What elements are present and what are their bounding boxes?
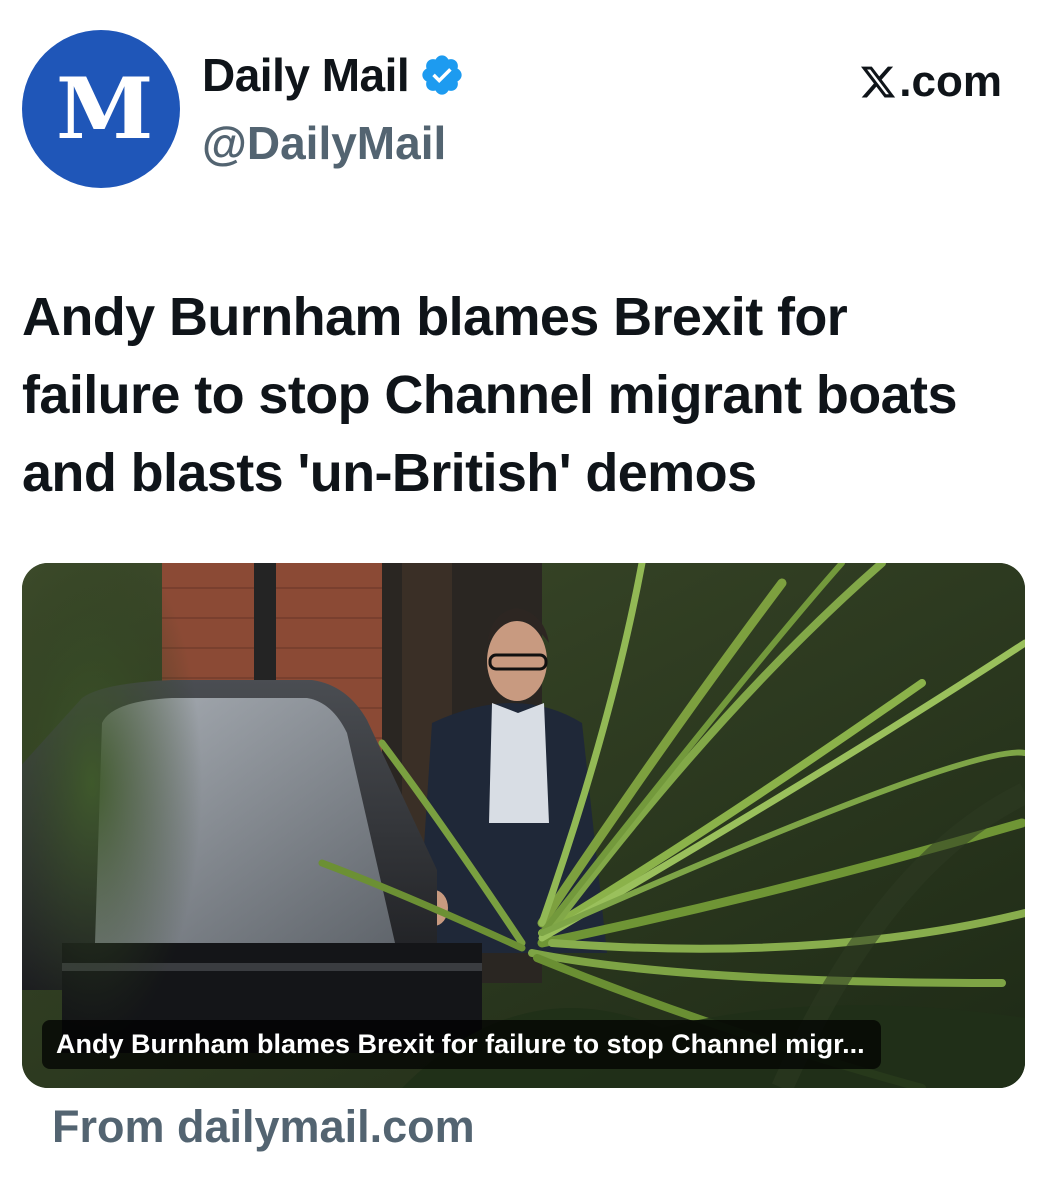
display-name[interactable]: Daily Mail	[202, 52, 410, 98]
post-header: M Daily Mail @DailyMail .com	[22, 30, 1022, 190]
article-photo	[22, 563, 1025, 1088]
link-domain[interactable]: From dailymail.com	[52, 1104, 475, 1149]
verified-badge-icon	[419, 52, 465, 98]
source-label[interactable]: .com	[859, 60, 1002, 104]
card-caption: Andy Burnham blames Brexit for failure t…	[42, 1019, 881, 1069]
link-preview-card[interactable]: Andy Burnham blames Brexit for failure t…	[22, 563, 1025, 1088]
name-row: Daily Mail	[202, 52, 465, 98]
avatar[interactable]: M	[22, 30, 180, 188]
avatar-logo: M	[55, 59, 153, 158]
source-domain-text: .com	[899, 57, 1002, 106]
x-logo-icon	[861, 66, 896, 98]
account-handle[interactable]: @DailyMail	[202, 120, 446, 166]
post-headline: Andy Burnham blames Brexit for failure t…	[22, 287, 957, 503]
